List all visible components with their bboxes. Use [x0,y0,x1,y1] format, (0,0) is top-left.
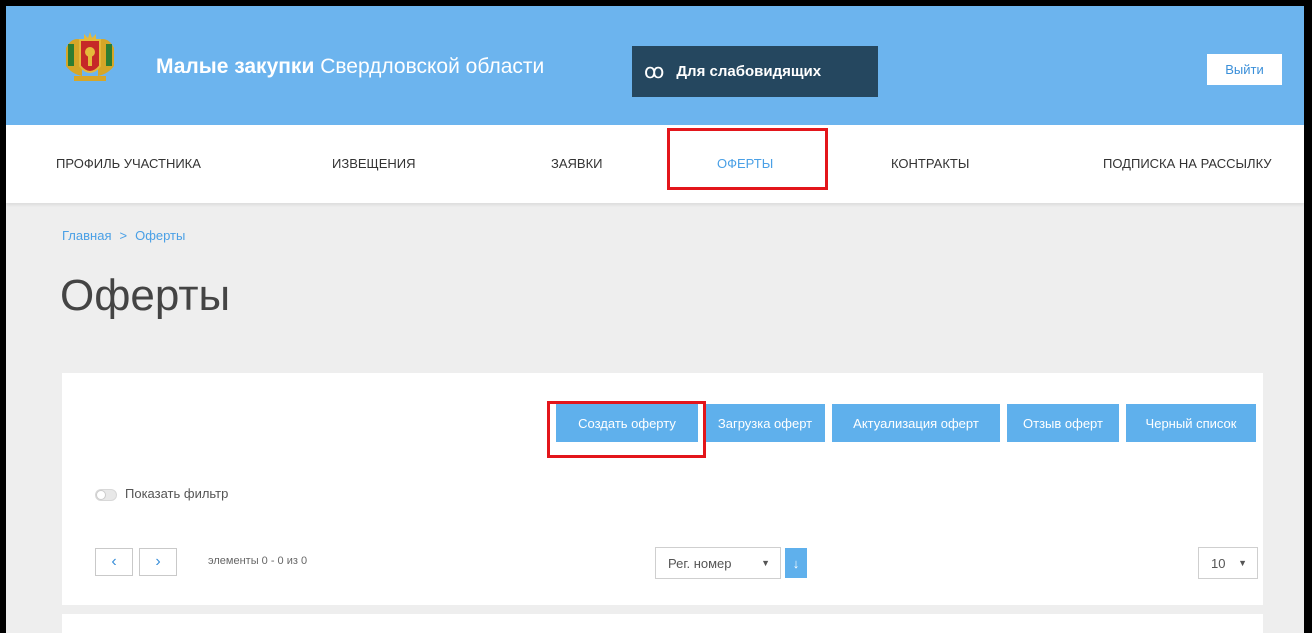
nav-item-notices[interactable]: ИЗВЕЩЕНИЯ [332,125,416,203]
site-title-bold: Малые закупки [156,55,315,78]
filter-toggle-switch[interactable] [95,489,117,501]
blacklist-button[interactable]: Черный список [1126,404,1256,442]
page-title: Оферты [60,271,231,320]
accessibility-button[interactable]: ꝏ Для слабовидящих [632,46,878,97]
sort-field-value: Рег. номер [668,555,732,571]
site-header: Малые закупки Свердловской области ꝏ Для… [6,6,1304,125]
create-offer-button[interactable]: Создать оферту [556,404,698,442]
breadcrumb-home[interactable]: Главная [62,228,111,243]
arrow-down-icon: ↓ [792,555,800,571]
page-size-value: 10 [1211,555,1226,571]
breadcrumb-current[interactable]: Оферты [135,228,185,243]
nav-item-applications[interactable]: ЗАЯВКИ [551,125,603,203]
caret-down-icon: ▼ [1238,558,1247,568]
app-frame: Малые закупки Свердловской области ꝏ Для… [6,6,1304,633]
breadcrumb: Главная > Оферты [62,228,185,243]
nav-item-subscription[interactable]: ПОДПИСКА НА РАССЫЛКУ [1103,125,1272,203]
logout-button[interactable]: Выйти [1207,54,1282,85]
chevron-right-icon: › [155,553,161,570]
chevron-left-icon: ‹ [111,553,117,570]
site-title: Малые закупки Свердловской области [156,56,544,78]
sort-direction-button[interactable]: ↓ [785,548,807,578]
accessibility-label: Для слабовидящих [676,63,822,80]
nav-item-participant-profile[interactable]: ПРОФИЛЬ УЧАСТНИКА [56,125,201,203]
sort-field-select[interactable]: Рег. номер ▼ [655,547,781,579]
pager-info: элементы 0 - 0 из 0 [208,555,308,567]
breadcrumb-separator: > [119,228,128,243]
upload-offers-button[interactable]: Загрузка оферт [705,404,825,442]
nav-item-offers[interactable]: ОФЕРТЫ [717,125,773,203]
page-size-select[interactable]: 10 ▼ [1198,547,1258,579]
pager-next-button[interactable]: › [139,548,177,576]
glasses-icon: ꝏ [644,61,665,83]
offers-panel: Создать оферту Загрузка оферт Актуализац… [62,373,1263,605]
site-title-region: Свердловской области [320,55,545,78]
pager-prev-button[interactable]: ‹ [95,548,133,576]
filter-toggle-label[interactable]: Показать фильтр [125,486,228,501]
revoke-offers-button[interactable]: Отзыв оферт [1007,404,1119,442]
offers-list-area [62,614,1263,633]
main-nav: ПРОФИЛЬ УЧАСТНИКА ИЗВЕЩЕНИЯ ЗАЯВКИ ОФЕРТ… [6,125,1304,203]
coat-of-arms-logo[interactable] [62,30,118,86]
nav-item-contracts[interactable]: КОНТРАКТЫ [891,125,969,203]
update-offers-button[interactable]: Актуализация оферт [832,404,1000,442]
caret-down-icon: ▼ [761,558,770,568]
